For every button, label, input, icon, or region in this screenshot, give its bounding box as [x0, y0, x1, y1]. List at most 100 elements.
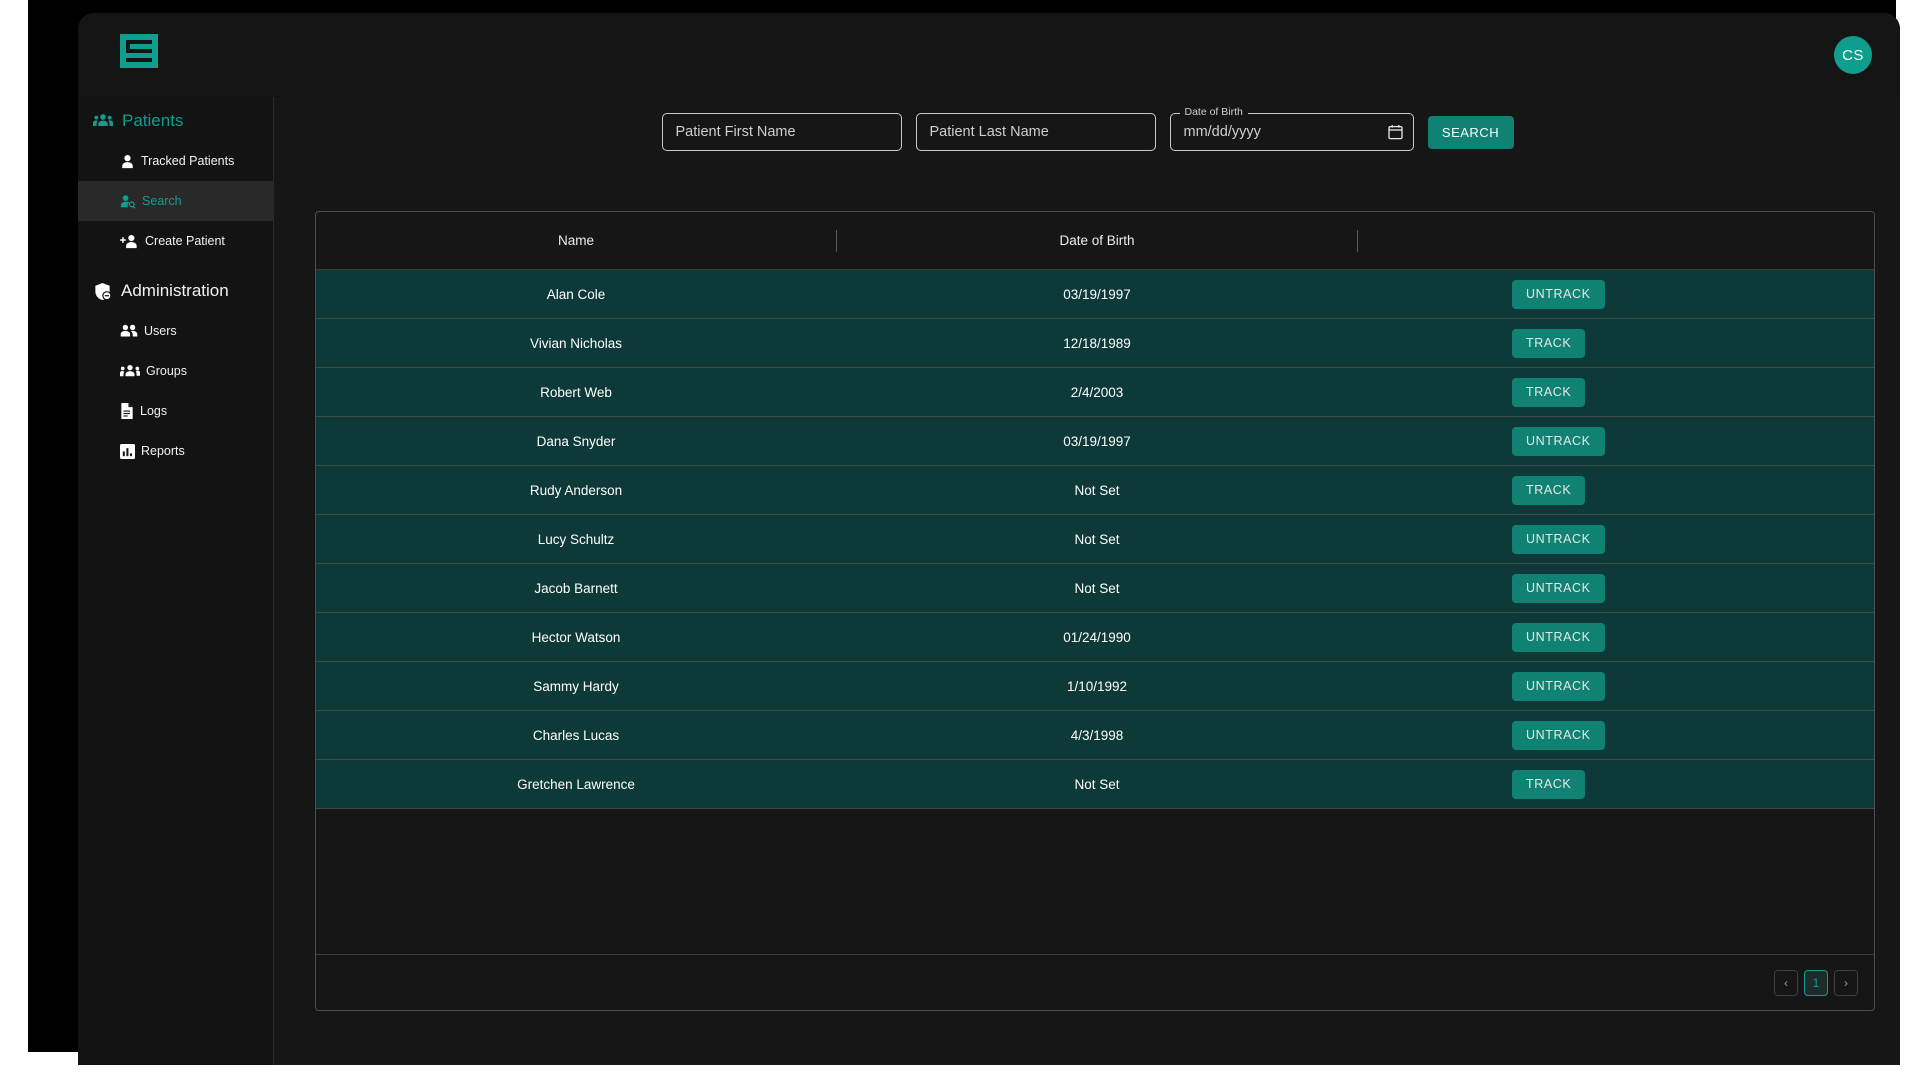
bar-chart-icon [120, 443, 135, 459]
track-toggle-button[interactable]: TRACK [1512, 328, 1586, 358]
sidebar-item-label: Create Patient [145, 234, 225, 248]
cell-patient-name: Alan Cole [546, 286, 606, 302]
date-of-birth-field[interactable]: Date of Birth [1169, 106, 1414, 151]
table-row[interactable]: Vivian Nicholas 12/18/1989 TRACK [316, 319, 1874, 368]
table-row[interactable]: Charles Lucas 4/3/1998 UNTRACK [316, 711, 1874, 760]
table-body: Alan Cole 03/19/1997 UNTRACK Vivian Nichola… [316, 270, 1874, 809]
pagination-prev-button[interactable]: ‹ [1774, 969, 1798, 996]
sidebar-item-label: Logs [140, 404, 168, 418]
track-toggle-button[interactable]: UNTRACK [1512, 671, 1605, 701]
track-toggle-button[interactable]: UNTRACK [1512, 279, 1605, 309]
first-name-input[interactable] [662, 114, 901, 150]
sidebar-item-tracked-patients[interactable]: Tracked Patients [78, 141, 273, 181]
cell-action: UNTRACK [1358, 524, 1874, 554]
sidebar-group-label: Administration [121, 281, 229, 300]
track-toggle-button[interactable]: UNTRACK [1512, 720, 1605, 750]
cell-action: UNTRACK [1358, 720, 1874, 750]
cell-action: TRACK [1358, 769, 1874, 799]
cell-action: TRACK [1358, 475, 1874, 505]
date-of-birth-legend: Date of Birth [1179, 106, 1248, 118]
cell-patient-name: Sammy Hardy [533, 678, 619, 694]
table-row[interactable]: Rudy Anderson Not Set TRACK [316, 466, 1874, 515]
table-row[interactable]: Dana Snyder 03/19/1997 UNTRACK [316, 417, 1874, 466]
column-header-date-of-birth[interactable]: Date of Birth [837, 233, 1357, 248]
cell-date-of-birth: 12/18/1989 [1063, 335, 1131, 351]
sidebar-item-reports[interactable]: Reports [78, 431, 273, 471]
column-header-name[interactable]: Name [316, 233, 836, 248]
sidebar-item-label: Reports [141, 444, 185, 458]
sidebar-item-logs[interactable]: Logs [78, 391, 273, 431]
app-logo[interactable] [106, 25, 172, 85]
avatar-initials: CS [1842, 46, 1864, 64]
cell-patient-name: Rudy Anderson [529, 482, 623, 498]
track-toggle-button[interactable]: TRACK [1512, 377, 1586, 407]
cell-date-of-birth: Not Set [1074, 482, 1120, 498]
sidebar-item-label: Users [144, 324, 177, 338]
sidebar: Patients Tracked Patients Search Create … [78, 97, 274, 1065]
cell-patient-name: Dana Snyder [536, 433, 616, 449]
sidebar-item-label: Search [142, 194, 182, 208]
table-row[interactable]: Lucy Schultz Not Set UNTRACK [316, 515, 1874, 564]
cell-date-of-birth: Not Set [1074, 580, 1120, 596]
group-people-icon [93, 114, 113, 128]
last-name-field[interactable] [915, 113, 1156, 151]
last-name-input[interactable] [916, 114, 1155, 150]
table-row[interactable]: Jacob Barnett Not Set UNTRACK [316, 564, 1874, 613]
sidebar-item-label: Tracked Patients [141, 154, 235, 168]
cell-patient-name: Robert Web [540, 384, 612, 400]
cell-date-of-birth: 03/19/1997 [1063, 433, 1131, 449]
sidebar-item-create-patient[interactable]: Create Patient [78, 221, 273, 261]
cell-patient-name: Charles Lucas [532, 727, 620, 743]
table-row[interactable]: Hector Watson 01/24/1990 UNTRACK [316, 613, 1874, 662]
table-row[interactable]: Alan Cole 03/19/1997 UNTRACK [316, 270, 1874, 319]
sidebar-group-administration[interactable]: Administration [78, 271, 273, 311]
track-toggle-button[interactable]: UNTRACK [1512, 622, 1605, 652]
cell-date-of-birth: 4/3/1998 [1070, 727, 1124, 743]
track-toggle-button[interactable]: TRACK [1512, 475, 1586, 505]
cell-action: UNTRACK [1358, 622, 1874, 652]
cell-date-of-birth: Not Set [1074, 776, 1120, 792]
track-toggle-button[interactable]: UNTRACK [1512, 524, 1605, 554]
person-add-icon [120, 234, 139, 249]
admin-shield-icon [93, 282, 112, 301]
cell-action: UNTRACK [1358, 573, 1874, 603]
cell-date-of-birth: Not Set [1074, 531, 1120, 547]
cell-date-of-birth: 1/10/1992 [1066, 678, 1128, 694]
sidebar-group-label: Patients [122, 111, 184, 130]
track-toggle-button[interactable]: UNTRACK [1512, 573, 1605, 603]
sidebar-group-patients[interactable]: Patients [78, 101, 273, 141]
cell-patient-name: Jacob Barnett [534, 580, 618, 596]
table-row[interactable]: Sammy Hardy 1/10/1992 UNTRACK [316, 662, 1874, 711]
cell-patient-name: Vivian Nicholas [529, 335, 623, 351]
table-row[interactable]: Robert Web 2/4/2003 TRACK [316, 368, 1874, 417]
page-background: CS Patients Tracked Patients Search Crea… [28, 0, 1900, 1065]
track-toggle-button[interactable]: TRACK [1512, 769, 1586, 799]
cell-date-of-birth: 03/19/1997 [1063, 286, 1131, 302]
pagination-page-1-button[interactable]: 1 [1804, 969, 1828, 996]
s-monogram-logo-icon [116, 30, 162, 81]
table-header-row: Name Date of Birth [316, 212, 1874, 270]
person-search-icon [120, 194, 136, 209]
table-row[interactable]: Gretchen Lawrence Not Set TRACK [316, 760, 1874, 809]
main-content: Date of Birth SEARCH Na [275, 97, 1900, 1065]
patient-search-form: Date of Birth SEARCH [275, 106, 1900, 151]
table-empty-filler [316, 809, 1874, 911]
pagination-next-button[interactable]: › [1834, 969, 1858, 996]
sidebar-item-users[interactable]: Users [78, 311, 273, 351]
track-toggle-button[interactable]: UNTRACK [1512, 426, 1605, 456]
user-avatar[interactable]: CS [1834, 36, 1872, 74]
cell-patient-name: Hector Watson [531, 629, 621, 645]
sidebar-item-label: Groups [146, 364, 187, 378]
top-bar: CS [78, 13, 1900, 97]
cell-action: UNTRACK [1358, 426, 1874, 456]
table-pagination: ‹ 1 › [316, 954, 1874, 1010]
sidebar-item-search[interactable]: Search [78, 181, 273, 221]
search-button[interactable]: SEARCH [1427, 115, 1514, 149]
cell-date-of-birth: 01/24/1990 [1063, 629, 1131, 645]
sidebar-item-groups[interactable]: Groups [78, 351, 273, 391]
first-name-field[interactable] [661, 113, 902, 151]
column-divider [1357, 229, 1358, 252]
cell-action: UNTRACK [1358, 671, 1874, 701]
date-of-birth-input[interactable] [1170, 114, 1413, 150]
cell-patient-name: Lucy Schultz [537, 531, 615, 547]
